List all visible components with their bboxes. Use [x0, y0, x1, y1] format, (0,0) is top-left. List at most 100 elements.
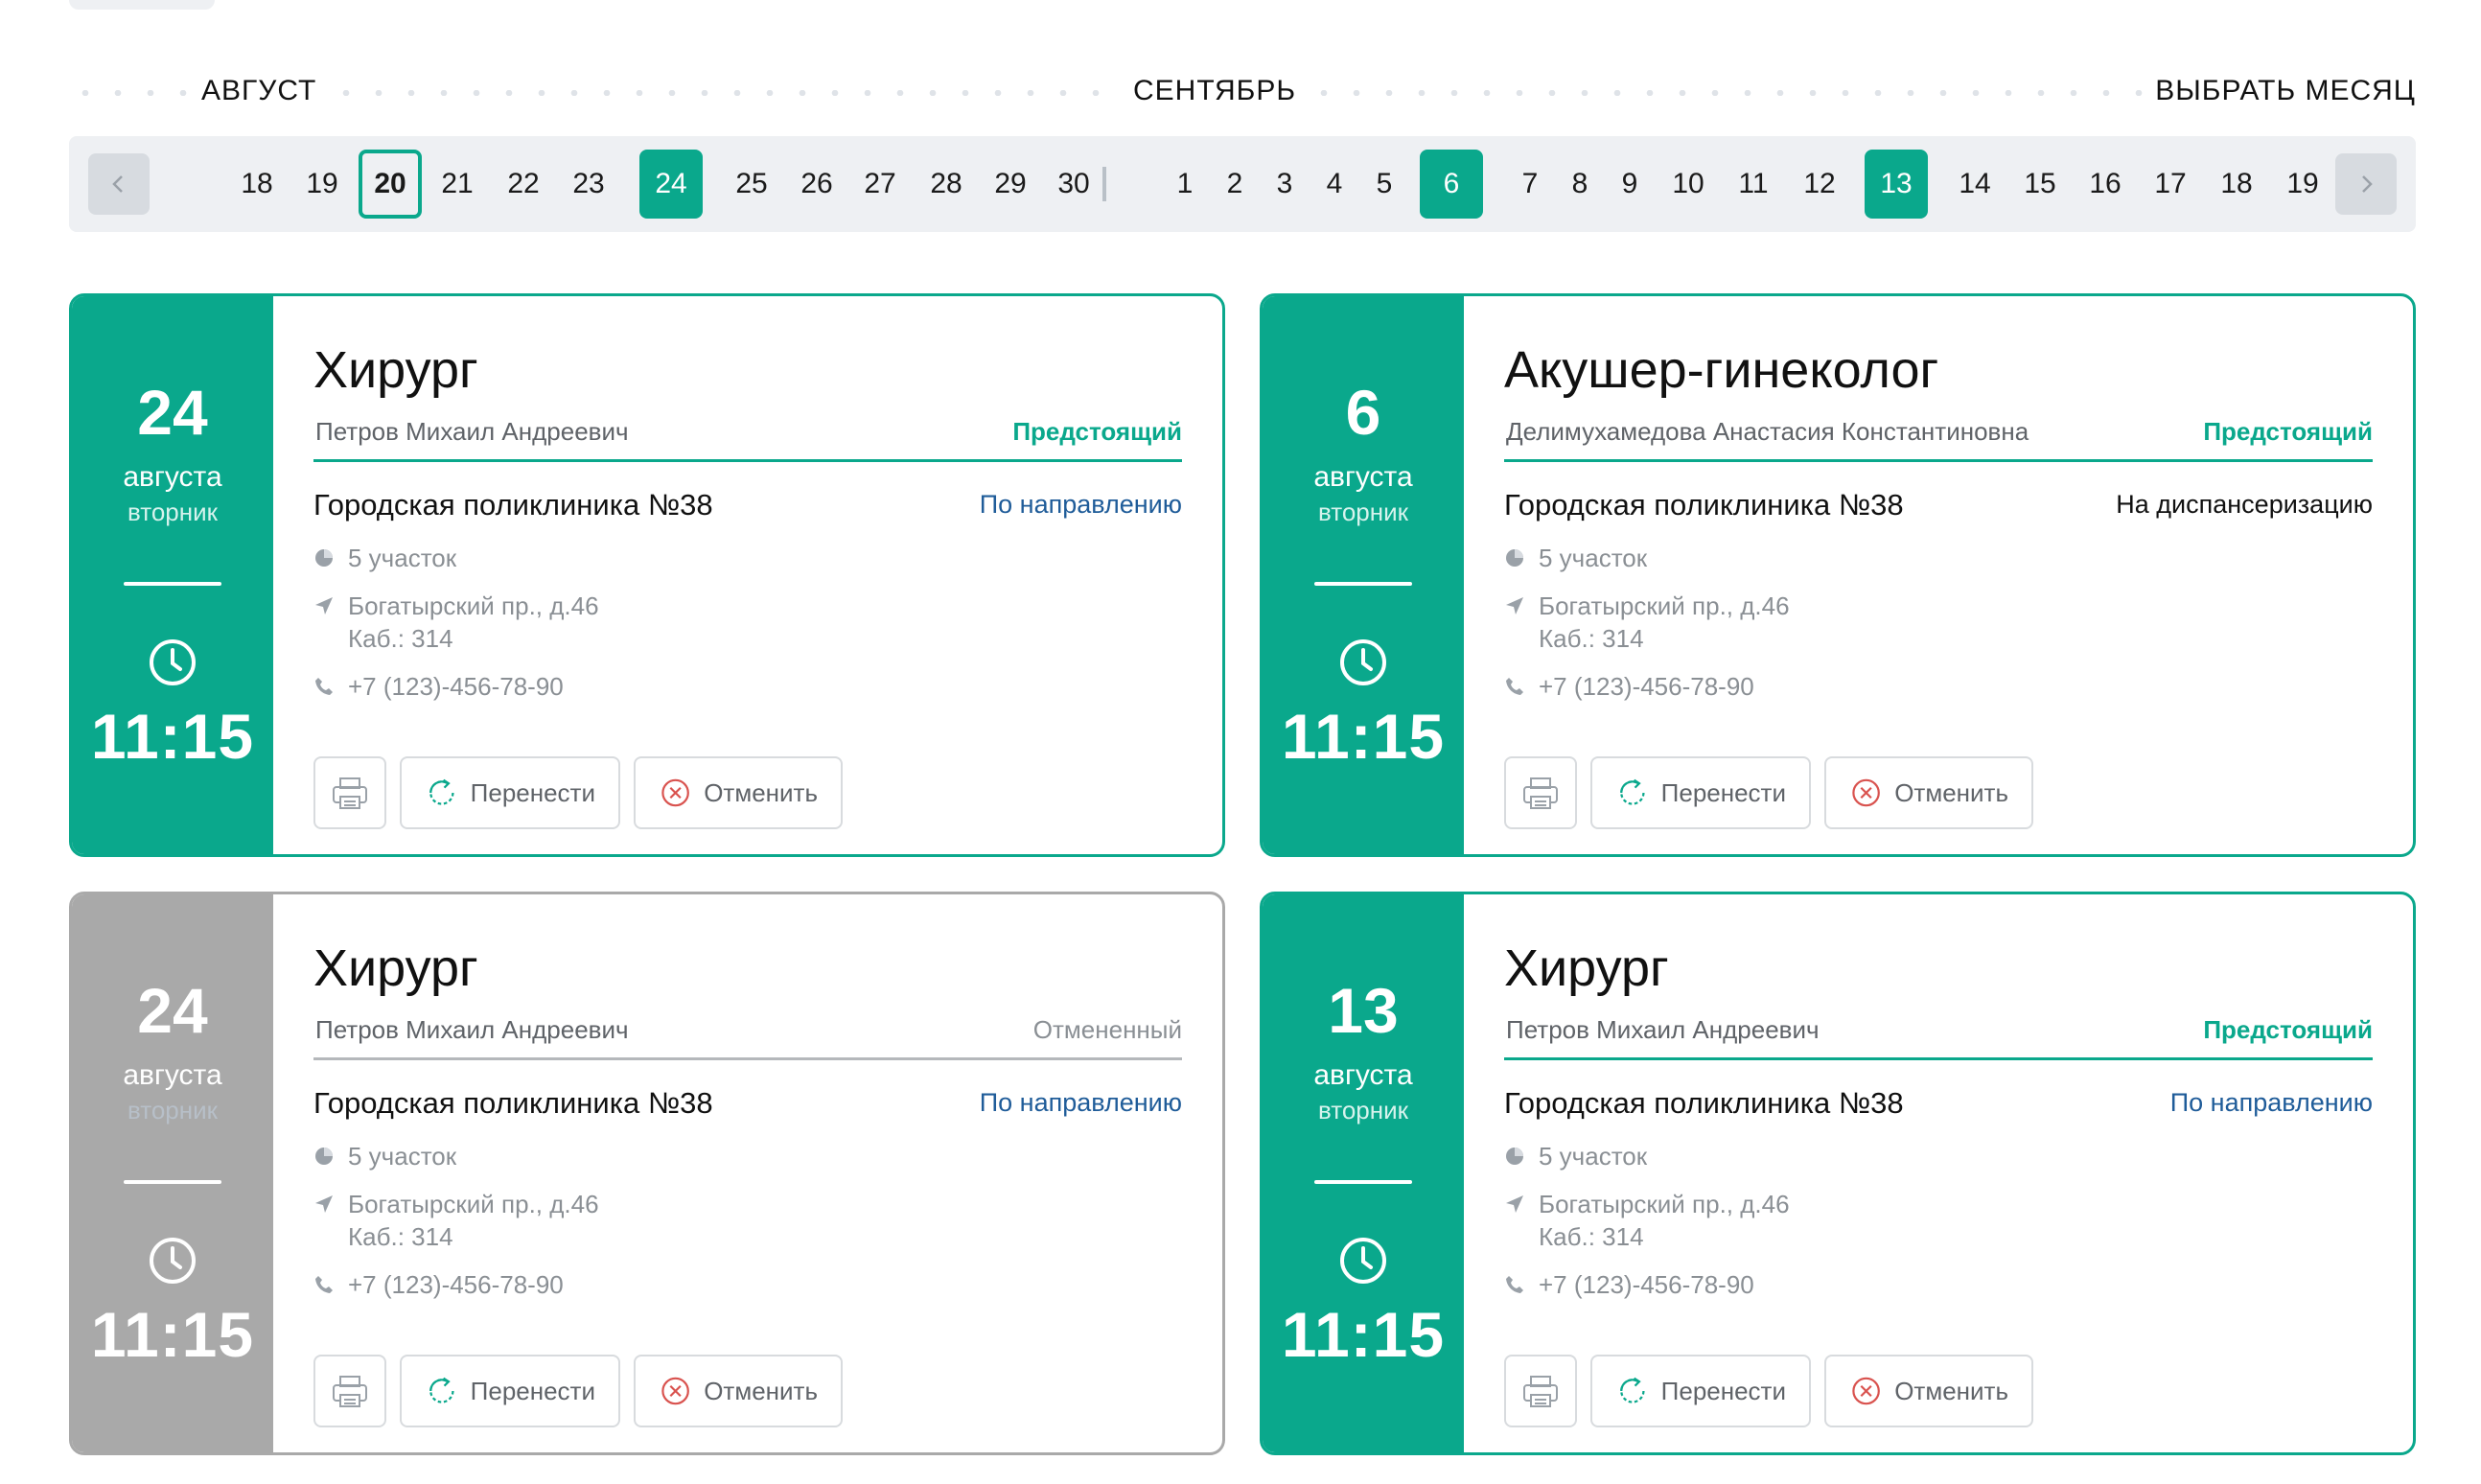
phone-row: +7 (123)-456-78-90: [1504, 1268, 1754, 1301]
appointment-day: 24: [137, 975, 208, 1046]
day-26[interactable]: 26: [785, 150, 848, 219]
top-tab[interactable]: [69, 0, 215, 10]
day-27[interactable]: 27: [848, 150, 912, 219]
day-12[interactable]: 12: [1788, 150, 1851, 219]
cancel-x-icon: [1852, 1377, 1880, 1405]
card-actions: Перенести Отменить: [1504, 1355, 2033, 1427]
status-badge: Предстоящий: [2203, 1015, 2373, 1044]
day-17[interactable]: 17: [2139, 150, 2202, 219]
print-button[interactable]: [313, 1355, 386, 1427]
printer-icon: [333, 777, 367, 809]
district-pie-icon: [1506, 1148, 1523, 1165]
month-header: АВГУСТ СЕНТЯБРЬ ВЫБРАТЬ МЕСЯЦ: [69, 67, 2416, 117]
print-button[interactable]: [313, 756, 386, 829]
day-5[interactable]: 5: [1353, 150, 1416, 219]
address-row: Богатырский пр., д.46 Каб.: 314: [1504, 1188, 1790, 1253]
day-25[interactable]: 25: [720, 150, 783, 219]
appointment-card-2[interactable]: 6 августа вторник 11:15 Акушер-гинеколог…: [1260, 293, 2416, 857]
address-row: Богатырский пр., д.46 Каб.: 314: [1504, 590, 1790, 655]
district-text: 5 участок: [348, 1142, 457, 1171]
phone-row: +7 (123)-456-78-90: [313, 670, 564, 703]
month-label-september[interactable]: СЕНТЯБРЬ: [1122, 75, 1309, 107]
print-button[interactable]: [1504, 1355, 1577, 1427]
cancel-x-icon: [661, 1377, 689, 1405]
next-days-button[interactable]: [2335, 153, 2397, 215]
district-row: 5 участок: [1504, 542, 1647, 574]
phone-row: +7 (123)-456-78-90: [1504, 670, 1754, 703]
choose-month-link[interactable]: ВЫБРАТЬ МЕСЯЦ: [2144, 75, 2416, 107]
month-label-august[interactable]: АВГУСТ: [190, 75, 329, 107]
reschedule-button[interactable]: Перенести: [400, 756, 620, 829]
day-9[interactable]: 9: [1598, 150, 1661, 219]
address-block: Богатырский пр., д.46 Каб.: 314: [348, 1188, 599, 1253]
reschedule-label: Перенести: [1660, 1376, 1786, 1405]
phone-icon: [315, 678, 333, 695]
cancel-appointment-button[interactable]: Отменить: [1824, 1355, 2033, 1427]
reschedule-button[interactable]: Перенести: [400, 1355, 620, 1427]
appointment-weekday: вторник: [1317, 1096, 1409, 1125]
phone-text[interactable]: +7 (123)-456-78-90: [348, 1268, 564, 1301]
day-22[interactable]: 22: [492, 150, 555, 219]
day-13-active[interactable]: 13: [1865, 150, 1928, 219]
cancel-appointment-button[interactable]: Отменить: [634, 1355, 843, 1427]
day-19[interactable]: 19: [290, 150, 354, 219]
day-29[interactable]: 29: [979, 150, 1042, 219]
day-20-today[interactable]: 20: [359, 150, 422, 219]
address-block: Богатырский пр., д.46 Каб.: 314: [1539, 590, 1790, 655]
appointment-month: августа: [123, 1059, 222, 1091]
day-11[interactable]: 11: [1722, 150, 1785, 219]
day-28[interactable]: 28: [915, 150, 978, 219]
appointment-month: августа: [1313, 1059, 1413, 1091]
location-arrow-icon: [315, 597, 333, 614]
cancel-appointment-button[interactable]: Отменить: [1824, 756, 2033, 829]
day-23[interactable]: 23: [557, 150, 620, 219]
clinic-name: Городская поликлиника №38: [313, 1086, 713, 1120]
address-block: Богатырский пр., д.46 Каб.: 314: [348, 590, 599, 655]
phone-text[interactable]: +7 (123)-456-78-90: [1539, 670, 1754, 703]
phone-icon: [315, 1276, 333, 1293]
day-16[interactable]: 16: [2074, 150, 2137, 219]
appointment-card-3[interactable]: 24 августа вторник 11:15 Хирург Петров М…: [69, 892, 1225, 1455]
appointment-details: Хирург Петров Михаил Андреевич Предстоящ…: [313, 296, 1182, 854]
print-button[interactable]: [1504, 756, 1577, 829]
reschedule-button[interactable]: Перенести: [1590, 1355, 1811, 1427]
day-list: 18 19 20 21 22 23 24 25 26 27 28 29 30 1 2 3 4 5 6 7 8 9 10 11 1…: [69, 136, 2416, 232]
day-14[interactable]: 14: [1943, 150, 2006, 219]
day-15[interactable]: 15: [2008, 150, 2072, 219]
room-text: Каб.: 314: [348, 624, 453, 653]
day-18[interactable]: 18: [2205, 150, 2268, 219]
location-arrow-icon: [315, 1195, 333, 1213]
clock-icon: [1340, 1238, 1386, 1284]
reschedule-label: Перенести: [470, 1376, 595, 1405]
day-24-active[interactable]: 24: [639, 150, 703, 219]
appointment-day: 13: [1328, 975, 1399, 1046]
day-30[interactable]: 30: [1042, 150, 1105, 219]
doctor-name: Петров Михаил Андреевич: [315, 417, 629, 446]
referral-link[interactable]: По направлению: [980, 1090, 1182, 1116]
district-row: 5 участок: [313, 542, 456, 574]
phone-text[interactable]: +7 (123)-456-78-90: [1539, 1268, 1754, 1301]
referral-link[interactable]: По направлению: [980, 492, 1182, 518]
date-divider: [1314, 582, 1412, 586]
district-row: 5 участок: [313, 1140, 456, 1172]
appointment-weekday: вторник: [127, 1096, 219, 1125]
appointment-time: 11:15: [90, 1299, 255, 1370]
appointment-card-1[interactable]: 24 августа вторник 11:15 Хирург Петров М…: [69, 293, 1225, 857]
card-actions: Перенести Отменить: [313, 756, 843, 829]
appointment-card-4[interactable]: 13 августа вторник 11:15 Хирург Петров М…: [1260, 892, 2416, 1455]
day-10[interactable]: 10: [1657, 150, 1720, 219]
district-text: 5 участок: [1539, 1142, 1648, 1171]
phone-text[interactable]: +7 (123)-456-78-90: [348, 670, 564, 703]
day-18[interactable]: 18: [225, 150, 289, 219]
month-separator: [1102, 167, 1106, 201]
cancel-appointment-button[interactable]: Отменить: [634, 756, 843, 829]
day-19[interactable]: 19: [2271, 150, 2334, 219]
reschedule-button[interactable]: Перенести: [1590, 756, 1811, 829]
day-21[interactable]: 21: [426, 150, 489, 219]
appointment-day: 24: [137, 377, 208, 448]
status-badge: Предстоящий: [2203, 417, 2373, 446]
day-6-active[interactable]: 6: [1420, 150, 1483, 219]
clock-icon: [150, 1238, 196, 1284]
phone-icon: [1506, 1276, 1523, 1293]
referral-link[interactable]: По направлению: [2170, 1090, 2373, 1116]
